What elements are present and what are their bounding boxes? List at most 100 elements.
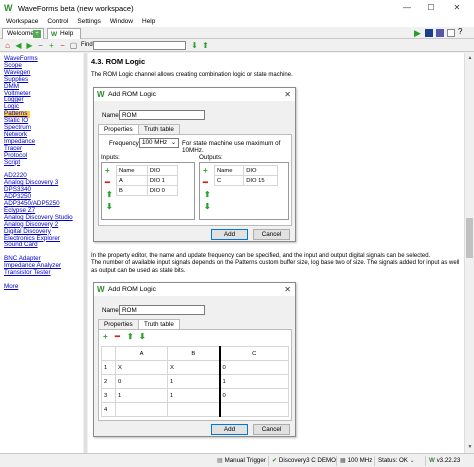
tab-welcome[interactable]: Welcome + — [2, 28, 44, 39]
frequency-status[interactable]: ▦ 100 MHz — [336, 456, 372, 466]
cell-a[interactable]: X — [115, 360, 168, 375]
dialog-close-icon[interactable]: ✕ — [284, 88, 291, 101]
cancel-button[interactable]: Cancel — [253, 424, 290, 435]
cell-a[interactable]: 0 — [115, 374, 168, 389]
device-icon: ✔ — [272, 457, 279, 464]
sidebar-link[interactable]: Sound Card — [4, 242, 83, 249]
scroll-down-icon[interactable]: ▼ — [466, 443, 474, 451]
cell-b[interactable] — [167, 402, 221, 417]
tab-welcome-label: Welcome — [7, 30, 34, 37]
cell-b[interactable]: 1 — [167, 388, 221, 403]
status-label: Status: OK — [378, 457, 408, 464]
scroll-thumb[interactable] — [466, 218, 473, 258]
frequency-value: 100 MHz — [142, 139, 168, 146]
frequency-select[interactable]: 100 MHz ⌄ — [139, 138, 179, 148]
menu-control[interactable]: Control — [47, 18, 68, 25]
col-name-header: Name — [116, 165, 148, 176]
table-row[interactable]: B DIO 0 — [116, 185, 179, 196]
tab-help[interactable]: W Help — [47, 28, 81, 39]
zoom-out-icon[interactable]: − — [36, 41, 45, 50]
sidebar-link[interactable]: Transistor Tester — [4, 269, 83, 277]
run-icon[interactable]: ▶ — [414, 28, 423, 38]
cell-b[interactable]: 1 — [167, 374, 221, 389]
trigger-status[interactable]: ▤ Manual Trigger — [214, 456, 266, 466]
table-row[interactable]: C DIO 15 — [213, 175, 278, 186]
move-down-icon[interactable]: ⬇ — [106, 203, 113, 211]
scroll-up-icon[interactable]: ▲ — [466, 54, 474, 62]
move-up-icon[interactable]: ⬆ — [106, 191, 113, 199]
menu-window[interactable]: Window — [110, 18, 133, 25]
app-logo-icon: W — [429, 457, 437, 464]
sidebar-group-devices: AD2220 Analog Discovery 3 DPS3340 ADP3250 AD… — [4, 172, 83, 249]
move-up-icon[interactable]: ⬆ — [204, 191, 211, 199]
move-up-icon[interactable]: ⬆ — [127, 333, 134, 341]
add-input-icon[interactable]: + — [105, 167, 110, 175]
cell-b[interactable]: X — [167, 360, 221, 375]
find-next-icon[interactable]: ⬇ — [190, 41, 199, 50]
back-arrow-icon[interactable]: ◀ — [14, 41, 23, 50]
home-icon[interactable]: ⌂ — [3, 41, 12, 50]
cancel-button[interactable]: Cancel — [253, 229, 290, 240]
name-input[interactable] — [119, 110, 205, 120]
trigger-icon: ▤ — [217, 457, 225, 464]
sidebar-link[interactable]: Script — [4, 159, 83, 167]
pane-splitter[interactable] — [84, 53, 87, 453]
sidebar-link[interactable]: More — [4, 283, 83, 291]
clock-icon: ▦ — [340, 457, 348, 464]
panel-icon[interactable] — [436, 29, 444, 37]
content-scrollbar[interactable]: ▲ ▼ — [464, 53, 474, 453]
tab-truth-table[interactable]: Truth table — [138, 319, 180, 329]
col-c-header: C — [219, 346, 289, 361]
row-number: 2 — [101, 374, 116, 389]
add-button[interactable]: Add — [211, 424, 248, 435]
maximize-icon[interactable]: ☐ — [420, 0, 442, 16]
cell-c[interactable] — [219, 402, 289, 417]
table-row[interactable]: 3 1 1 0 — [101, 388, 289, 403]
paragraph-input-signals: The number of available input signals de… — [91, 260, 460, 274]
table-row[interactable]: 4 — [101, 402, 289, 417]
remove-input-icon[interactable]: ━ — [105, 179, 110, 187]
close-icon[interactable]: ✕ — [446, 0, 468, 16]
help-icon[interactable]: ? — [458, 27, 467, 36]
device-status[interactable]: ✔ Discovery3 C DEMO — [268, 456, 336, 466]
zoom-reset-icon[interactable]: − — [58, 41, 67, 50]
add-output-icon[interactable]: + — [203, 167, 208, 175]
find-input[interactable] — [93, 41, 186, 50]
zoom-in-icon[interactable]: + — [47, 41, 56, 50]
row-number-header — [101, 346, 116, 361]
move-down-icon[interactable]: ⬇ — [204, 203, 211, 211]
help-content: 4.3. ROM Logic The ROM Logic channel all… — [88, 53, 464, 453]
menu-settings[interactable]: Settings — [77, 18, 101, 25]
move-down-icon[interactable]: ⬇ — [139, 333, 146, 341]
add-button[interactable]: Add — [211, 229, 248, 240]
connection-status: Status: OK ⌄ — [374, 456, 415, 466]
table-row[interactable]: 2 0 1 1 — [101, 374, 289, 389]
tab-properties[interactable]: Properties — [98, 319, 139, 329]
remove-row-icon[interactable]: ━ — [115, 333, 120, 341]
menu-help[interactable]: Help — [142, 18, 155, 25]
tab-truth-table[interactable]: Truth table — [138, 124, 180, 134]
dialog-close-icon[interactable]: ✕ — [284, 283, 291, 296]
cell-c[interactable]: 0 — [219, 360, 289, 375]
lock-icon[interactable]: ▢ — [69, 41, 78, 50]
minimize-icon[interactable]: — — [396, 0, 418, 16]
cell-c[interactable]: 0 — [219, 388, 289, 403]
find-prev-icon[interactable]: ⬆ — [201, 41, 210, 50]
add-row-icon[interactable]: + — [103, 333, 108, 341]
window-title: WaveForms beta (new workspace) — [18, 3, 134, 13]
sidebar-group-adapters: BNC Adapter Impedance Analyzer Transistor … — [4, 255, 83, 277]
table-row[interactable]: 1 X X 0 — [101, 360, 289, 375]
cell-a[interactable] — [115, 402, 168, 417]
stop-icon[interactable] — [425, 29, 433, 37]
cell-c[interactable]: 1 — [219, 374, 289, 389]
tab-properties[interactable]: Properties — [98, 124, 139, 134]
menu-workspace[interactable]: Workspace — [6, 18, 38, 25]
add-tab-icon[interactable]: + — [33, 30, 41, 38]
forward-arrow-icon[interactable]: ▶ — [25, 41, 34, 50]
table-row[interactable]: A DIO 1 — [116, 175, 179, 186]
window-icon[interactable] — [447, 29, 455, 37]
remove-output-icon[interactable]: ━ — [203, 179, 208, 187]
name-input[interactable] — [119, 305, 205, 315]
cell-a[interactable]: 1 — [115, 388, 168, 403]
col-a-header: A — [115, 346, 168, 361]
